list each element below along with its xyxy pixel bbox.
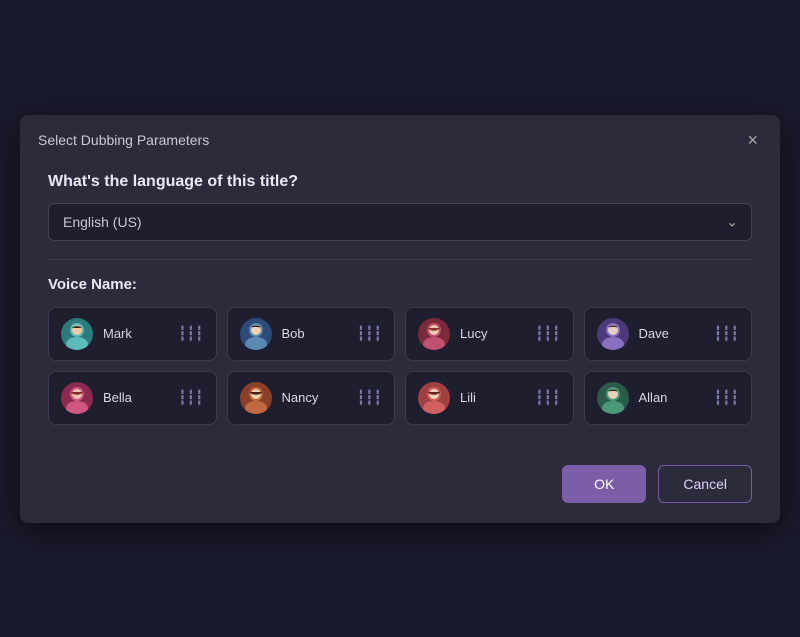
voice-card-mark[interactable]: Mark ┇┇┇ — [48, 307, 217, 361]
voice-grid: Mark ┇┇┇ Bob ┇┇┇ Lucy ┇┇┇ — [48, 307, 752, 425]
waveform-icon-lucy[interactable]: ┇┇┇ — [535, 325, 560, 342]
avatar-dave — [597, 318, 629, 350]
avatar-allan — [597, 382, 629, 414]
dialog: Select Dubbing Parameters × What's the l… — [20, 115, 780, 523]
voice-card-dave[interactable]: Dave ┇┇┇ — [584, 307, 753, 361]
voice-name-bella: Bella — [103, 390, 168, 405]
avatar-bella — [61, 382, 93, 414]
voice-card-allan[interactable]: Allan ┇┇┇ — [584, 371, 753, 425]
avatar-lili — [418, 382, 450, 414]
avatar-lucy — [418, 318, 450, 350]
voice-name-mark: Mark — [103, 326, 168, 341]
avatar-bob — [240, 318, 272, 350]
voice-name-dave: Dave — [639, 326, 704, 341]
voice-name-bob: Bob — [282, 326, 347, 341]
waveform-icon-allan[interactable]: ┇┇┇ — [714, 389, 739, 406]
waveform-icon-dave[interactable]: ┇┇┇ — [714, 325, 739, 342]
voice-card-lucy[interactable]: Lucy ┇┇┇ — [405, 307, 574, 361]
voice-card-bella[interactable]: Bella ┇┇┇ — [48, 371, 217, 425]
divider — [48, 259, 752, 260]
close-button[interactable]: × — [743, 129, 762, 151]
cancel-button[interactable]: Cancel — [658, 465, 752, 503]
voice-name-lucy: Lucy — [460, 326, 525, 341]
dialog-footer: OK Cancel — [20, 449, 780, 523]
waveform-icon-bella[interactable]: ┇┇┇ — [178, 389, 203, 406]
avatar-nancy — [240, 382, 272, 414]
waveform-icon-mark[interactable]: ┇┇┇ — [178, 325, 203, 342]
voice-name-nancy: Nancy — [282, 390, 347, 405]
waveform-icon-bob[interactable]: ┇┇┇ — [357, 325, 382, 342]
voice-name-lili: Lili — [460, 390, 525, 405]
voice-name-allan: Allan — [639, 390, 704, 405]
avatar-mark — [61, 318, 93, 350]
ok-button[interactable]: OK — [562, 465, 646, 503]
dialog-titlebar: Select Dubbing Parameters × — [20, 115, 780, 163]
waveform-icon-lili[interactable]: ┇┇┇ — [535, 389, 560, 406]
language-select[interactable]: English (US) Spanish French German Japan… — [48, 203, 752, 241]
waveform-icon-nancy[interactable]: ┇┇┇ — [357, 389, 382, 406]
dialog-title: Select Dubbing Parameters — [38, 132, 209, 148]
voice-card-lili[interactable]: Lili ┇┇┇ — [405, 371, 574, 425]
language-section-label: What's the language of this title? — [48, 173, 752, 191]
voice-card-nancy[interactable]: Nancy ┇┇┇ — [227, 371, 396, 425]
voice-name-label: Voice Name: — [48, 276, 752, 293]
voice-card-bob[interactable]: Bob ┇┇┇ — [227, 307, 396, 361]
dialog-body: What's the language of this title? Engli… — [20, 163, 780, 449]
language-select-wrapper: English (US) Spanish French German Japan… — [48, 203, 752, 241]
